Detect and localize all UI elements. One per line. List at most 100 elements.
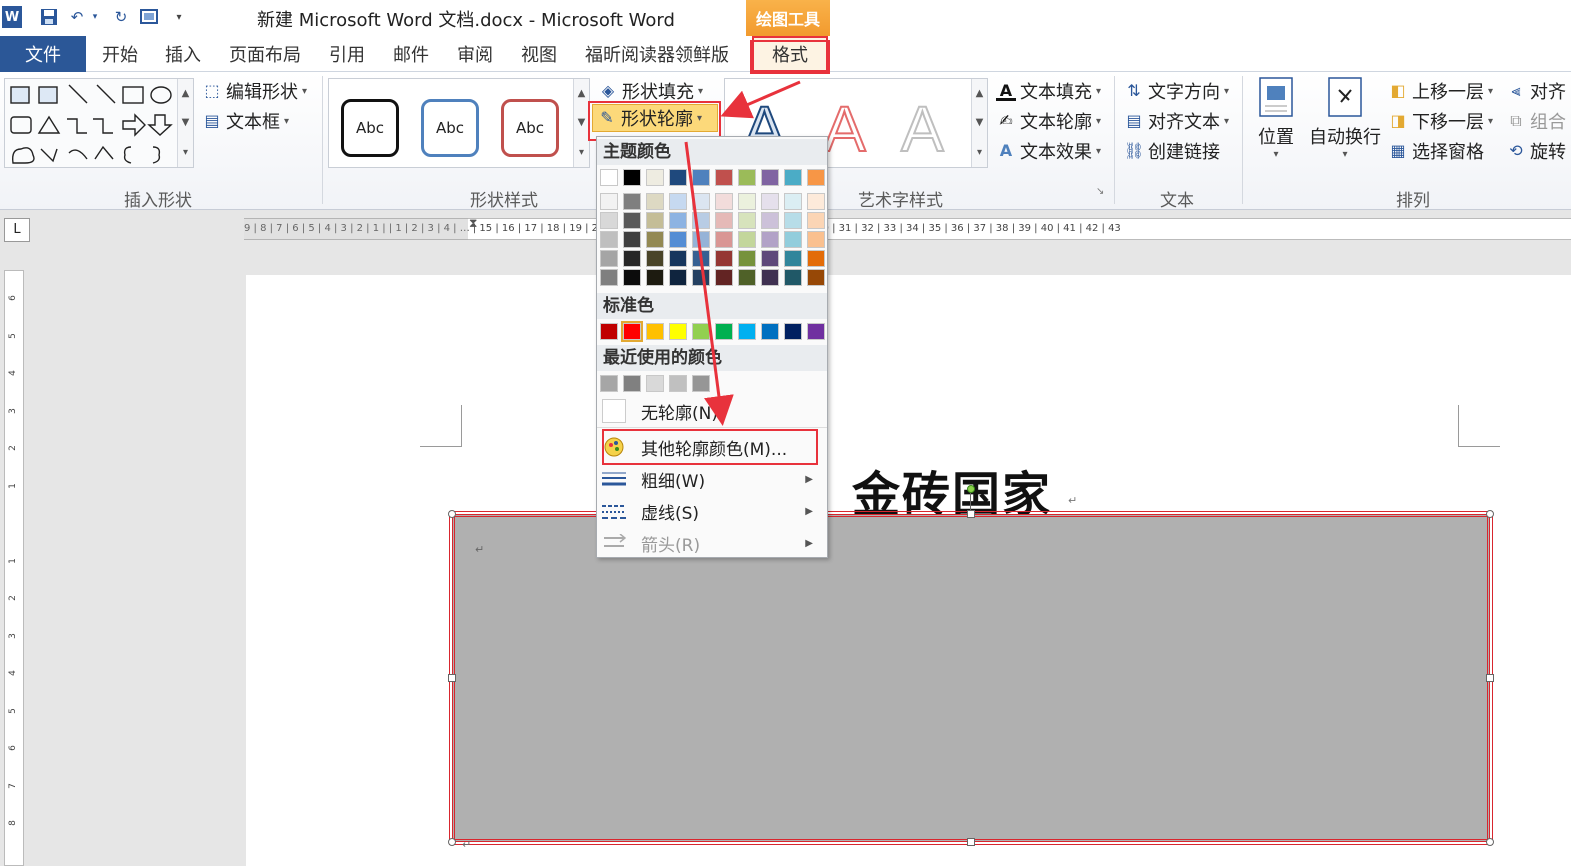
rotation-handle[interactable] xyxy=(967,485,975,493)
theme-shade-swatch[interactable] xyxy=(600,269,618,286)
theme-shade-swatch[interactable] xyxy=(738,250,756,267)
align-text-button[interactable]: ▤ 对齐文本 ▾ xyxy=(1124,108,1229,134)
text-box-button[interactable]: ▤ 文本框 ▾ xyxy=(202,108,289,134)
selected-rectangle-shape[interactable]: ↵ xyxy=(449,511,1493,845)
theme-shade-swatch[interactable] xyxy=(623,250,641,267)
recent-color-swatch[interactable] xyxy=(692,375,710,392)
standard-color-swatch[interactable] xyxy=(761,323,779,340)
save-icon[interactable] xyxy=(38,6,60,28)
redo-icon[interactable]: ↻ xyxy=(110,6,132,28)
word-icon[interactable]: W xyxy=(2,6,22,28)
resize-handle-e[interactable] xyxy=(1486,674,1494,682)
standard-color-swatch[interactable] xyxy=(807,323,825,340)
recent-color-swatch[interactable] xyxy=(669,375,687,392)
theme-shade-swatch[interactable] xyxy=(646,212,664,229)
tab-mailings[interactable]: 邮件 xyxy=(393,36,429,72)
wrap-text-button[interactable]: 自动换行 ▾ xyxy=(1306,76,1384,176)
recent-color-swatch[interactable] xyxy=(646,375,664,392)
standard-color-swatch[interactable] xyxy=(669,323,687,340)
resize-handle-se[interactable] xyxy=(1486,838,1494,846)
tab-insert[interactable]: 插入 xyxy=(165,36,201,72)
tab-home[interactable]: 开始 xyxy=(102,36,138,72)
theme-color-swatch[interactable] xyxy=(761,169,779,186)
shape-styles-gallery[interactable]: Abc Abc Abc ▲ ▼ ▾ xyxy=(328,78,590,168)
theme-shade-swatch[interactable] xyxy=(738,231,756,248)
theme-color-swatch[interactable] xyxy=(784,169,802,186)
recent-color-swatch[interactable] xyxy=(600,375,618,392)
standard-color-swatch[interactable] xyxy=(738,323,756,340)
theme-shade-swatch[interactable] xyxy=(784,231,802,248)
tab-file[interactable]: 文件 xyxy=(0,36,86,72)
theme-shade-swatch[interactable] xyxy=(646,269,664,286)
theme-shade-swatch[interactable] xyxy=(600,212,618,229)
theme-shade-swatch[interactable] xyxy=(784,212,802,229)
theme-shade-swatch[interactable] xyxy=(669,269,687,286)
theme-shade-swatch[interactable] xyxy=(692,212,710,229)
theme-color-swatch[interactable] xyxy=(646,169,664,186)
theme-shade-swatch[interactable] xyxy=(623,193,641,210)
theme-shade-swatch[interactable] xyxy=(646,250,664,267)
theme-shade-swatch[interactable] xyxy=(600,193,618,210)
style-sample-red[interactable]: Abc xyxy=(501,99,559,157)
group-button[interactable]: ⧉ 组合 xyxy=(1506,108,1566,134)
theme-color-swatch[interactable] xyxy=(715,169,733,186)
theme-shade-swatch[interactable] xyxy=(807,269,825,286)
standard-color-swatch[interactable] xyxy=(646,323,664,340)
send-backward-button[interactable]: ◨ 下移一层 ▾ xyxy=(1388,108,1493,134)
theme-shade-swatch[interactable] xyxy=(784,193,802,210)
theme-color-swatch[interactable] xyxy=(600,169,618,186)
text-effects-button[interactable]: A 文本效果 ▾ xyxy=(996,138,1101,164)
theme-shade-swatch[interactable] xyxy=(807,212,825,229)
standard-color-swatch[interactable] xyxy=(600,323,618,340)
wordart-sample-2[interactable]: A xyxy=(822,96,867,162)
theme-shade-swatch[interactable] xyxy=(761,231,779,248)
undo-dropdown-icon[interactable]: ▾ xyxy=(90,6,100,28)
theme-shade-swatch[interactable] xyxy=(646,193,664,210)
tab-selector[interactable]: L xyxy=(4,218,30,242)
tab-view[interactable]: 视图 xyxy=(521,36,557,72)
text-fill-button[interactable]: A 文本填充 ▾ xyxy=(996,78,1101,104)
resize-handle-n[interactable] xyxy=(967,510,975,518)
style-sample-black[interactable]: Abc xyxy=(341,99,399,157)
theme-shade-swatch[interactable] xyxy=(784,269,802,286)
theme-shade-swatch[interactable] xyxy=(807,193,825,210)
print-preview-icon[interactable] xyxy=(138,6,160,28)
theme-shade-swatch[interactable] xyxy=(738,193,756,210)
theme-shade-swatch[interactable] xyxy=(761,212,779,229)
theme-shade-swatch[interactable] xyxy=(761,269,779,286)
theme-shade-swatch[interactable] xyxy=(738,212,756,229)
tab-page-layout[interactable]: 页面布局 xyxy=(229,36,301,72)
theme-shade-swatch[interactable] xyxy=(600,250,618,267)
standard-color-swatch[interactable] xyxy=(621,321,643,342)
selection-pane-button[interactable]: ▦ 选择窗格 xyxy=(1388,138,1484,164)
resize-handle-s[interactable] xyxy=(967,838,975,846)
resize-handle-nw[interactable] xyxy=(448,510,456,518)
theme-shade-swatch[interactable] xyxy=(692,231,710,248)
vertical-ruler[interactable]: 6 5 4 3 2 1 1 2 3 4 5 6 7 8 xyxy=(4,270,24,866)
bring-forward-button[interactable]: ◧ 上移一层 ▾ xyxy=(1388,78,1493,104)
wordart-sample-3[interactable]: A xyxy=(900,96,945,162)
theme-shade-swatch[interactable] xyxy=(715,212,733,229)
position-button[interactable]: 位置 ▾ xyxy=(1250,76,1302,176)
resize-handle-sw[interactable] xyxy=(448,838,456,846)
theme-shade-swatch[interactable] xyxy=(784,250,802,267)
undo-icon[interactable]: ↶ xyxy=(66,6,88,28)
weight-item[interactable]: 粗细(W) ▶ xyxy=(597,463,827,495)
theme-color-swatch[interactable] xyxy=(738,169,756,186)
resize-handle-ne[interactable] xyxy=(1486,510,1494,518)
tab-review[interactable]: 审阅 xyxy=(457,36,493,72)
standard-color-swatch[interactable] xyxy=(692,323,710,340)
create-link-button[interactable]: ⛓ 创建链接 xyxy=(1124,138,1220,164)
dialog-launcher-icon[interactable]: ↘ xyxy=(1096,186,1104,197)
theme-color-swatch[interactable] xyxy=(807,169,825,186)
standard-color-swatch[interactable] xyxy=(784,323,802,340)
standard-color-swatch[interactable] xyxy=(715,323,733,340)
shapes-gallery[interactable]: ▲ ▼ ▾ xyxy=(4,78,194,168)
arrows-item[interactable]: 箭头(R) ▶ xyxy=(597,527,827,559)
theme-shade-swatch[interactable] xyxy=(715,250,733,267)
theme-color-swatch[interactable] xyxy=(669,169,687,186)
align-button[interactable]: ⫷ 对齐 xyxy=(1506,78,1566,104)
tab-foxit-reader[interactable]: 福昕阅读器领鲜版 xyxy=(585,36,729,72)
tab-references[interactable]: 引用 xyxy=(329,36,365,72)
theme-shade-swatch[interactable] xyxy=(715,269,733,286)
